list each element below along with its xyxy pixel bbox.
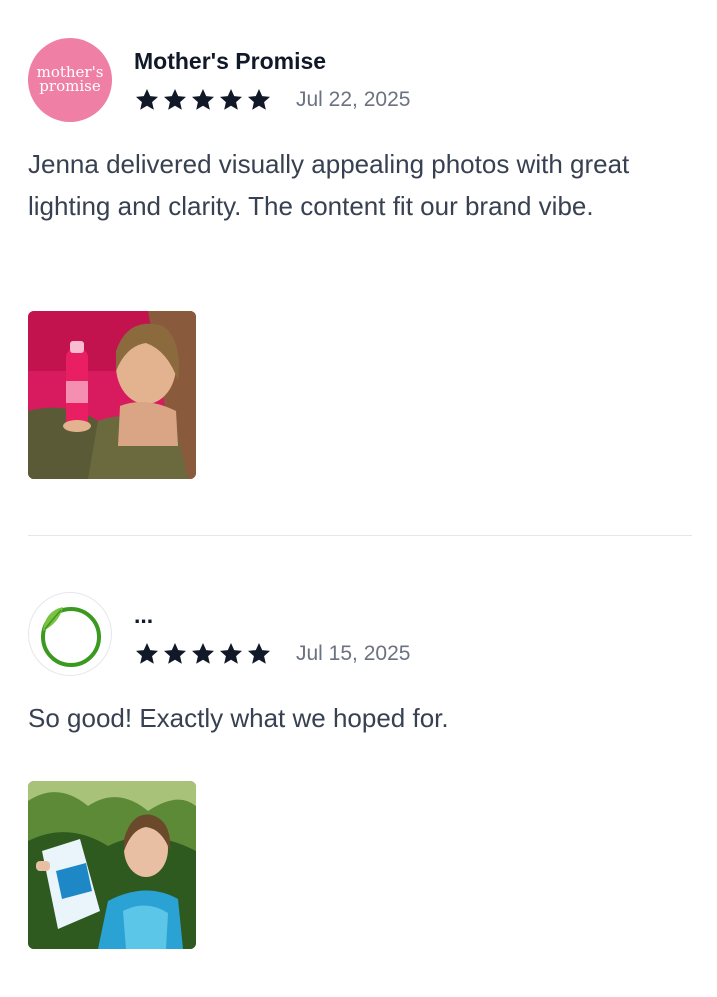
collagen-bag-garden-photo	[28, 781, 196, 949]
review-date: Jul 15, 2025	[296, 642, 411, 665]
star-icon	[164, 642, 186, 664]
reviewer-avatar[interactable]: mother's promise	[28, 38, 112, 122]
reviewer-avatar[interactable]	[28, 592, 112, 676]
rating-row: Jul 22, 2025	[134, 86, 410, 114]
star-icon	[164, 88, 186, 110]
star-icon	[136, 88, 158, 110]
review-photo[interactable]	[28, 311, 196, 479]
star-icon	[220, 642, 242, 664]
star-icon	[136, 642, 158, 664]
rating-row: Jul 15, 2025	[134, 640, 410, 668]
star-icon	[248, 642, 270, 664]
review-card: ... Jul 15, 2025 So good! Exactly what w…	[28, 592, 692, 949]
review-header: mother's promise Mother's Promise Jul 22…	[28, 38, 692, 122]
star-icon	[248, 88, 270, 110]
review-text: Jenna delivered visually appealing photo…	[28, 149, 630, 221]
star-icon	[192, 88, 214, 110]
review-divider	[28, 535, 692, 536]
star-icon	[192, 642, 214, 664]
reviewer-name[interactable]: ...	[134, 600, 153, 630]
pink-bottle-selfie-photo	[28, 311, 196, 479]
star-rating	[134, 87, 274, 113]
review-card: mother's promise Mother's Promise Jul 22…	[28, 38, 692, 479]
logo-text-line2: promise	[39, 77, 101, 95]
star-rating	[134, 641, 274, 667]
star-icon	[220, 88, 242, 110]
green-leaf-ring-icon	[41, 607, 101, 667]
reviewer-name[interactable]: Mother's Promise	[134, 46, 326, 76]
review-text: So good! Exactly what we hoped for.	[28, 703, 449, 733]
review-photo[interactable]	[28, 781, 196, 949]
review-date: Jul 22, 2025	[296, 88, 411, 111]
review-header: ... Jul 15, 2025	[28, 592, 692, 676]
